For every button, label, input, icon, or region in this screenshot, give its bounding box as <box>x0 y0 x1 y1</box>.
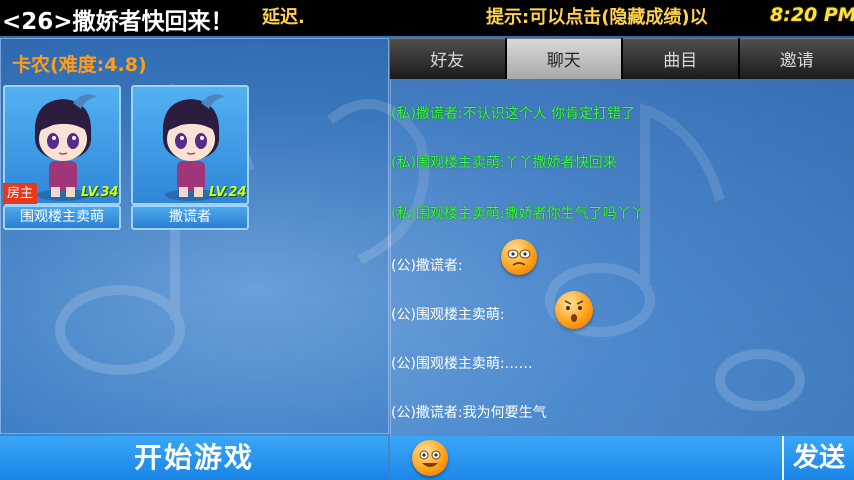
chat-message: (公)围观楼主卖萌: <box>391 307 505 323</box>
song-title[interactable]: 卡农(难度:4.8) <box>12 50 147 77</box>
player-name: 撒谎者 <box>131 205 249 230</box>
chat-message: (私)撒谎者:不认识这个人 你肯定打错了 <box>391 106 636 122</box>
player-level: LV.24 <box>209 185 247 200</box>
smiley-face-glyph <box>419 450 441 467</box>
chat-message: (私)围观楼主卖萌:丫丫撒娇者快回来 <box>391 155 617 171</box>
tab-bar: 好友 聊天 曲目 邀请 <box>390 38 854 79</box>
tab-songs[interactable]: 曲目 <box>623 38 738 79</box>
hint-text: 提示:可以点击(隐藏成绩)以 <box>486 7 708 28</box>
send-button[interactable]: 发送 <box>782 436 854 480</box>
chat-message: (私)围观楼主卖萌:撒娇者你生气了吗丫丫 <box>391 206 645 222</box>
room-title: <26>撒娇者快回来！ <box>2 9 234 35</box>
surprised-face-emoji <box>555 291 593 329</box>
player-name: 围观楼主卖萌 <box>3 205 121 230</box>
chat-log[interactable]: (私)撒谎者:不认识这个人 你肯定打错了 (私)围观楼主卖萌:丫丫撒娇者快回来 … <box>390 79 854 436</box>
chat-input[interactable] <box>390 436 782 480</box>
top-bar: <26>撒娇者快回来！ 延迟. 提示:可以点击(隐藏成绩)以 8:20 PM <box>0 0 854 36</box>
tab-friends[interactable]: 好友 <box>390 38 505 79</box>
chat-message: (公)撒谎者: <box>391 258 463 274</box>
host-badge: 房主 <box>3 183 37 204</box>
player-level: LV.34 <box>81 185 119 200</box>
chat-message: (公)围观楼主卖萌:…… <box>391 356 533 372</box>
tab-chat[interactable]: 聊天 <box>506 38 621 79</box>
room-panel: 卡农(难度:4.8) LV.34 房主 围观楼主卖萌 LV.24 撒谎者 <box>0 38 389 434</box>
tab-invite[interactable]: 邀请 <box>739 38 854 79</box>
start-game-button[interactable]: 开始游戏 <box>0 436 388 480</box>
confused-face-icon <box>507 249 531 266</box>
chat-message: (公)撒谎者:我为何要生气 <box>391 405 547 421</box>
surprised-face-icon <box>564 300 584 322</box>
confused-face-emoji <box>501 239 537 275</box>
smiley-face-icon[interactable] <box>412 440 448 476</box>
latency-indicator: 延迟. <box>262 7 305 28</box>
player-slot-1[interactable]: LV.34 房主 围观楼主卖萌 <box>3 85 121 233</box>
social-panel: 好友 聊天 曲目 邀请 (私)撒谎者:不认识这个人 你肯定打错了 (私)围观楼主… <box>390 38 854 436</box>
player-slot-2[interactable]: LV.24 撒谎者 <box>131 85 249 233</box>
clock: 8:20 PM <box>770 4 854 26</box>
